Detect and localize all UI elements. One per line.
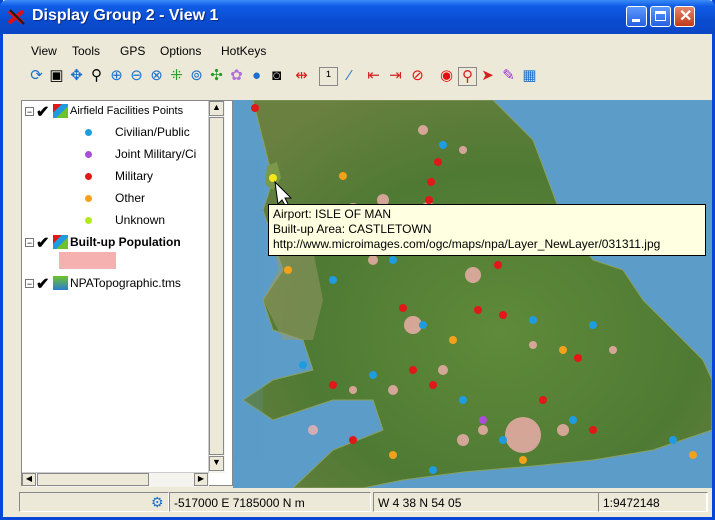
map-canvas[interactable] [233, 100, 712, 488]
layout-icon[interactable]: ▦ [521, 67, 538, 84]
arrow-right-icon[interactable]: ⇥ [387, 67, 404, 84]
legend-swatch [85, 151, 92, 158]
paint-icon[interactable]: ✎ [500, 67, 517, 84]
legend-category-label: Joint Military/Ci [115, 147, 197, 161]
scroll-thumb[interactable] [209, 117, 224, 455]
layer-name-topographic[interactable]: NPATopographic.tms [70, 276, 181, 290]
zoom-previous-icon[interactable]: ⊗ [148, 67, 165, 84]
zoom-out-icon[interactable]: ⊖ [128, 67, 145, 84]
status-bar: ⚙ -517000 E 7185000 N m W 4 38 N 54 05 1… [3, 490, 712, 520]
collapse-toggle[interactable]: − [25, 107, 34, 117]
tntmips-icon [7, 9, 25, 25]
grid-icon[interactable]: ⁜ [168, 67, 185, 84]
status-empty-field [19, 492, 169, 512]
style-icon[interactable]: ✿ [228, 67, 245, 84]
menu-bar: View Tools GPS Options HotKeys [3, 36, 712, 58]
map-view[interactable] [233, 100, 712, 488]
toolbar: ⟳ ▣ ✥ ⚲ ⊕ ⊖ ⊗ ⁜ ⊚ ✣ ✿ ● ◙ ⇹ ¹ ⁄ ⇤ ⇥ ⊘ ◉ … [3, 64, 712, 92]
scroll-right-icon[interactable]: ▶ [194, 473, 208, 486]
menu-view[interactable]: View [31, 44, 57, 58]
scroll-left-icon[interactable]: ◀ [22, 473, 36, 486]
builtup-swatch [59, 252, 116, 269]
menu-tools[interactable]: Tools [72, 44, 100, 58]
tooltip-airport: Airport: ISLE OF MAN [273, 207, 392, 221]
ruler-icon[interactable]: ⁄ [341, 67, 358, 84]
application-window: Display Group 2 - View 1 ✕ View Tools GP… [0, 0, 715, 520]
layer-name-airfield[interactable]: Airfield Facilities Points [70, 105, 183, 117]
collapse-toggle[interactable]: − [25, 238, 34, 248]
layer-visible-checkmark[interactable]: ✔ [36, 274, 49, 294]
collapse-toggle[interactable]: − [25, 279, 34, 289]
legend-category-label: Unknown [115, 213, 166, 227]
scroll-up-icon[interactable]: ▲ [209, 101, 224, 116]
scroll-down-icon[interactable]: ▼ [209, 456, 224, 471]
zoom-box-icon[interactable]: ⚲ [88, 67, 105, 84]
legend-horizontal-scrollbar[interactable]: ◀ ▶ [22, 472, 209, 487]
status-coordinates: -517000 E 7185000 N m [169, 492, 371, 512]
point-layer-icon [53, 104, 68, 118]
tooltip-url[interactable]: http://www.microimages.com/ogc/maps/npa/… [273, 237, 701, 252]
locate-icon[interactable]: ⊚ [188, 67, 205, 84]
minimize-button[interactable] [626, 6, 647, 27]
pointer-icon[interactable]: ➤ [479, 67, 496, 84]
legend-category-label: Civilian/Public [115, 125, 190, 139]
legend-category-label: Other [115, 191, 146, 205]
legend-swatch [85, 195, 92, 202]
scale-icon[interactable]: ¹ [319, 67, 338, 86]
legend-swatch [85, 129, 92, 136]
globe-icon[interactable]: ● [248, 67, 265, 84]
layer-name-builtup[interactable]: Built-up Population [70, 235, 181, 249]
close-button[interactable]: ✕ [674, 6, 695, 27]
status-scale: 1:9472148 [598, 492, 708, 512]
pan-icon[interactable]: ✥ [68, 67, 85, 84]
tooltip-builtup: Built-up Area: CASTLETOWN [273, 222, 432, 236]
measure-icon[interactable]: ⇹ [293, 67, 310, 84]
menu-hotkeys[interactable]: HotKeys [221, 44, 266, 58]
legend-category-label: Military [115, 169, 153, 183]
layer-visible-checkmark[interactable]: ✔ [36, 102, 49, 122]
legend-swatch [85, 217, 92, 224]
raster-layer-icon [53, 276, 68, 290]
title-bar[interactable]: Display Group 2 - View 1 ✕ [0, 0, 715, 34]
menu-gps[interactable]: GPS [120, 44, 145, 58]
scroll-thumb[interactable] [37, 473, 149, 486]
menu-options[interactable]: Options [160, 44, 201, 58]
arrow-left-icon[interactable]: ⇤ [365, 67, 382, 84]
zoom-in-icon[interactable]: ⊕ [108, 67, 125, 84]
minimize-icon [632, 19, 640, 22]
polygon-layer-icon [53, 235, 68, 249]
camera-icon[interactable]: ◙ [268, 67, 285, 84]
maximize-icon [655, 11, 666, 21]
maximize-button[interactable] [650, 6, 671, 27]
gps-icon[interactable]: ◉ [438, 67, 455, 84]
gps-cursor-icon: ⚙ [151, 494, 164, 510]
legend-swatch [85, 173, 92, 180]
window-title: Display Group 2 - View 1 [32, 7, 219, 24]
legend-panel: − ✔ Airfield Facilities Points Civilian/… [21, 100, 233, 486]
map-tooltip: Airport: ISLE OF MAN Built-up Area: CAST… [268, 204, 706, 256]
no-icon[interactable]: ⊘ [409, 67, 426, 84]
zoom-active-icon[interactable]: ⚲ [458, 67, 477, 86]
legend-vertical-scrollbar[interactable]: ▲ ▼ [208, 101, 225, 473]
layer-visible-checkmark[interactable]: ✔ [36, 233, 49, 253]
close-icon: ✕ [679, 8, 693, 25]
redraw-icon[interactable]: ⟳ [28, 67, 45, 84]
full-view-icon[interactable]: ▣ [48, 67, 65, 84]
select-icon[interactable]: ✣ [208, 67, 225, 84]
